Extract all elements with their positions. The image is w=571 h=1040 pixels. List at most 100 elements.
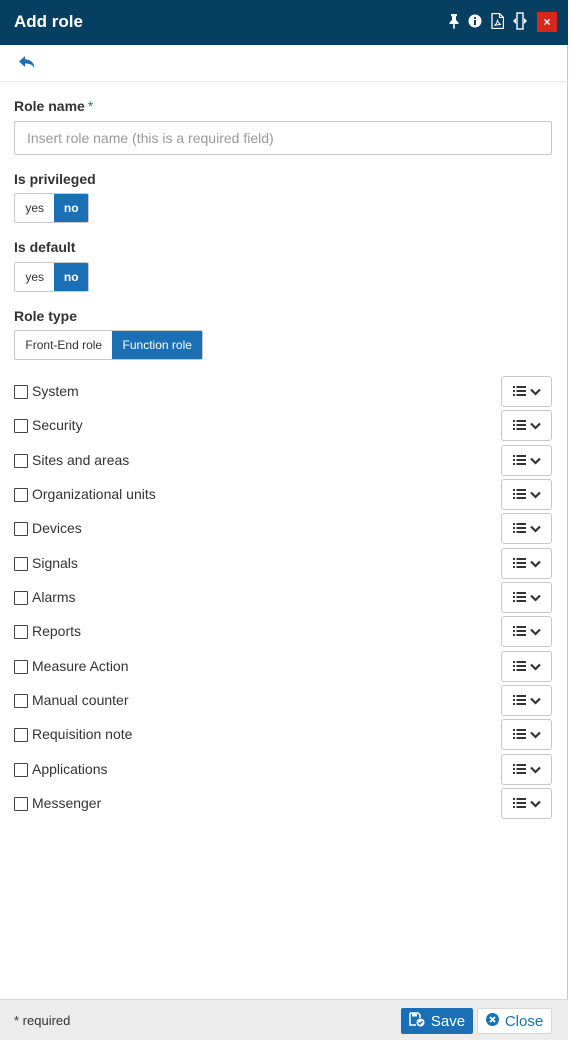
permission-row-signals: Signals — [14, 548, 552, 580]
permission-label: System — [32, 383, 79, 399]
save-button[interactable]: Save — [401, 1008, 473, 1034]
permission-row-sites-and-areas: Sites and areas — [14, 445, 552, 477]
required-mark: * — [87, 98, 94, 114]
chevron-down-icon — [529, 555, 541, 573]
permission-checkbox[interactable] — [14, 488, 28, 502]
permission-menu-button[interactable] — [501, 548, 552, 579]
permission-checkbox[interactable] — [14, 797, 28, 811]
close-circle-icon — [485, 1012, 499, 1030]
list-icon — [512, 555, 526, 573]
permission-menu-button[interactable] — [501, 788, 552, 819]
list-icon — [512, 761, 526, 779]
role-type-toggle: Front-End role Function role — [14, 330, 203, 360]
list-icon — [512, 383, 526, 401]
permission-menu-button[interactable] — [501, 651, 552, 682]
required-note: * required — [14, 1013, 71, 1028]
permission-menu-button[interactable] — [501, 445, 552, 476]
permission-checkbox[interactable] — [14, 694, 28, 708]
permission-label: Messenger — [32, 795, 102, 811]
permission-menu-button[interactable] — [501, 410, 552, 441]
is-privileged-label: Is privileged — [14, 171, 96, 187]
permission-menu-button[interactable] — [501, 582, 552, 613]
permission-label: Requisition note — [32, 726, 133, 742]
is-default-toggle: yes no — [14, 262, 89, 292]
permission-row-reports: Reports — [14, 616, 552, 648]
resize-icon[interactable] — [511, 11, 529, 31]
pdf-icon[interactable] — [488, 11, 506, 31]
permission-checkbox[interactable] — [14, 763, 28, 777]
chevron-down-icon — [529, 383, 541, 401]
permission-menu-button[interactable] — [501, 616, 552, 647]
is-privileged-toggle: yes no — [14, 193, 89, 223]
add-role-dialog: Add role × Role name* Is privileged yes … — [0, 0, 568, 1040]
list-icon — [512, 486, 526, 504]
chevron-down-icon — [529, 623, 541, 641]
list-icon — [512, 417, 526, 435]
permission-label: Manual counter — [32, 692, 129, 708]
permission-checkbox[interactable] — [14, 591, 28, 605]
back-icon[interactable] — [18, 55, 38, 71]
permission-checkbox[interactable] — [14, 454, 28, 468]
list-icon — [512, 692, 526, 710]
permission-row-messenger: Messenger — [14, 788, 552, 820]
is-default-label: Is default — [14, 239, 76, 255]
info-icon[interactable] — [466, 11, 484, 31]
permission-menu-button[interactable] — [501, 376, 552, 407]
chevron-down-icon — [529, 486, 541, 504]
list-icon — [512, 623, 526, 641]
permission-menu-button[interactable] — [501, 513, 552, 544]
role-name-input[interactable] — [14, 121, 552, 155]
close-button[interactable]: Close — [477, 1008, 552, 1034]
permission-checkbox[interactable] — [14, 385, 28, 399]
permission-checkbox[interactable] — [14, 660, 28, 674]
is-default-yes[interactable]: yes — [15, 263, 55, 291]
role-name-label: Role name * — [14, 98, 93, 114]
save-icon — [409, 1011, 425, 1031]
permission-row-organizational-units: Organizational units — [14, 479, 552, 511]
permission-label: Alarms — [32, 589, 76, 605]
list-icon — [512, 589, 526, 607]
close-icon[interactable]: × — [537, 12, 557, 32]
role-type-front-end[interactable]: Front-End role — [15, 331, 113, 359]
chevron-down-icon — [529, 795, 541, 813]
chevron-down-icon — [529, 658, 541, 676]
permission-menu-button[interactable] — [501, 685, 552, 716]
permission-checkbox[interactable] — [14, 557, 28, 571]
permission-row-applications: Applications — [14, 754, 552, 786]
is-privileged-no[interactable]: no — [54, 194, 88, 222]
permission-label: Measure Action — [32, 658, 129, 674]
permission-row-system: System — [14, 376, 552, 408]
permission-row-security: Security — [14, 410, 552, 442]
dialog-footer: * required Save Close — [0, 999, 568, 1040]
role-type-function[interactable]: Function role — [112, 331, 202, 359]
permission-menu-button[interactable] — [501, 719, 552, 750]
permission-label: Devices — [32, 520, 82, 536]
permission-menu-button[interactable] — [501, 754, 552, 785]
permission-row-alarms: Alarms — [14, 582, 552, 614]
list-icon — [512, 452, 526, 470]
permission-checkbox[interactable] — [14, 419, 28, 433]
permission-row-measure-action: Measure Action — [14, 651, 552, 683]
permission-label: Applications — [32, 761, 108, 777]
permission-label: Signals — [32, 555, 78, 571]
permission-checkbox[interactable] — [14, 625, 28, 639]
permission-checkbox[interactable] — [14, 522, 28, 536]
chevron-down-icon — [529, 520, 541, 538]
chevron-down-icon — [529, 761, 541, 779]
save-label: Save — [430, 1012, 466, 1030]
is-default-no[interactable]: no — [54, 263, 88, 291]
role-name-label-text: Role name — [14, 98, 85, 114]
permission-label: Security — [32, 417, 83, 433]
permission-menu-button[interactable] — [501, 479, 552, 510]
pin-icon[interactable] — [445, 11, 463, 31]
permission-label: Sites and areas — [32, 452, 130, 468]
chevron-down-icon — [529, 589, 541, 607]
dialog-title: Add role — [14, 12, 83, 31]
is-privileged-yes[interactable]: yes — [15, 194, 55, 222]
close-label: Close — [504, 1012, 544, 1030]
list-icon — [512, 658, 526, 676]
chevron-down-icon — [529, 692, 541, 710]
title-bar: Add role × — [0, 0, 568, 45]
permission-checkbox[interactable] — [14, 728, 28, 742]
chevron-down-icon — [529, 452, 541, 470]
